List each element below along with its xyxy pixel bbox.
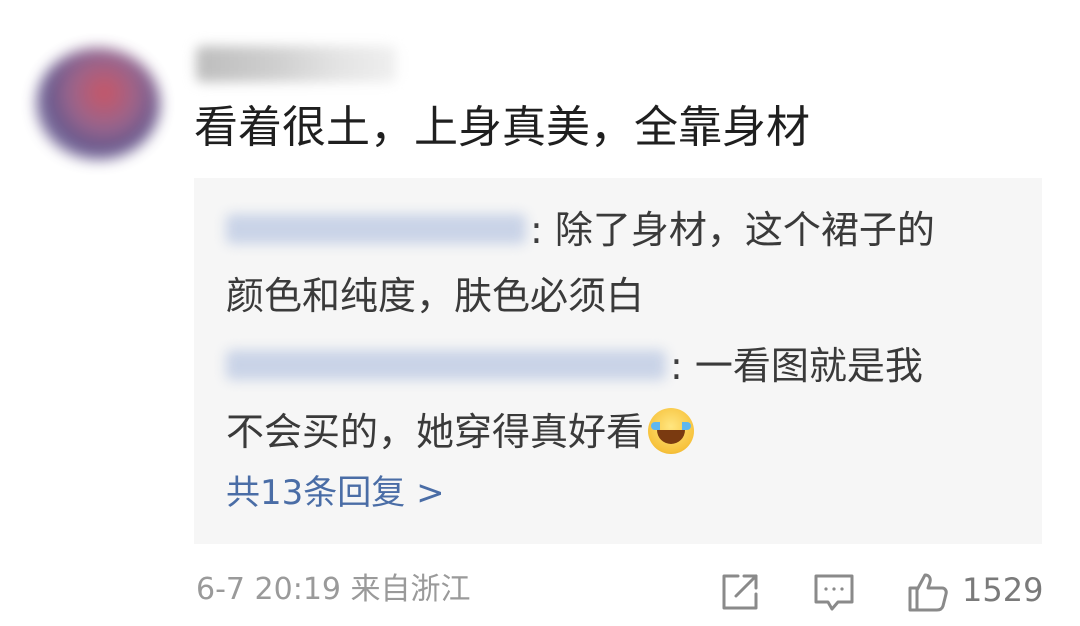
reply-1-text-start: : 除了身材，这个裙子的	[530, 208, 935, 252]
reply-1-line-1: : 除了身材，这个裙子的	[226, 200, 935, 260]
like-count: 1529	[962, 571, 1044, 609]
reply-2-username-redacted[interactable]	[226, 349, 666, 380]
username-redacted[interactable]	[196, 46, 396, 82]
reply-1-username-redacted[interactable]	[226, 213, 526, 244]
share-icon[interactable]	[718, 570, 762, 614]
replies-panel: : 除了身材，这个裙子的 颜色和纯度，肤色必须白 : 一看图就是我 不会买的，她…	[194, 178, 1042, 544]
comment-text: 看着很土，上身真美，全靠身材	[194, 102, 810, 153]
reply-1-line-2: 颜色和纯度，肤色必须白	[226, 274, 645, 318]
comment-timestamp: 6-7 20:19 来自浙江	[196, 572, 471, 607]
like-icon[interactable]	[906, 570, 950, 614]
laugh-cry-emoji-icon	[648, 407, 695, 454]
reply-2-line-1: : 一看图就是我	[226, 336, 923, 396]
view-all-replies-link[interactable]: 共13条回复 >	[226, 468, 445, 518]
avatar[interactable]	[36, 48, 160, 160]
reply-2-text-end: 不会买的，她穿得真好看	[226, 410, 645, 454]
comment-icon[interactable]	[812, 570, 856, 614]
reply-2-line-2: 不会买的，她穿得真好看	[226, 402, 695, 462]
reply-2-text-start: : 一看图就是我	[670, 344, 923, 388]
